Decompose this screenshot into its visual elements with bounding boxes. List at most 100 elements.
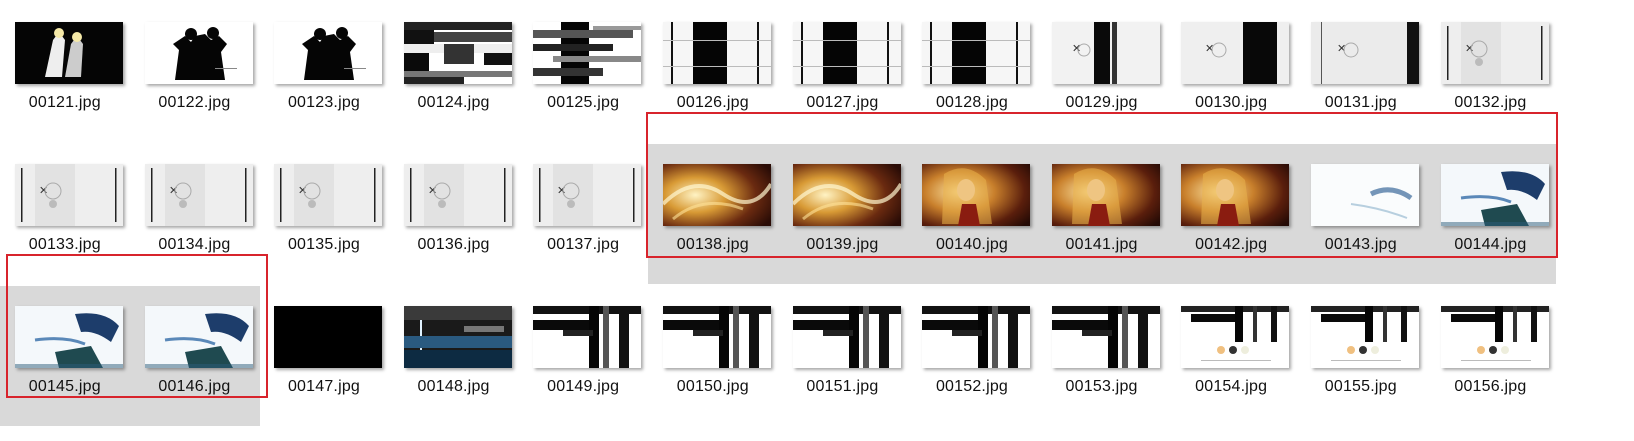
file-item[interactable]: 00148.jpg: [389, 286, 519, 426]
file-name: 00125.jpg: [547, 94, 620, 111]
image-thumbnail: ✕: [1051, 22, 1160, 84]
file-name: 00141.jpg: [1065, 236, 1138, 253]
file-item[interactable]: 00141.jpg: [1036, 144, 1167, 284]
file-name: 00148.jpg: [417, 378, 490, 395]
file-name: 00129.jpg: [1065, 94, 1138, 111]
file-item[interactable]: 00149.jpg: [518, 286, 648, 426]
file-item[interactable]: ✕ 00133.jpg: [0, 144, 130, 284]
file-item[interactable]: 00139.jpg: [777, 144, 908, 284]
image-thumbnail: [274, 306, 383, 368]
file-name: 00151.jpg: [806, 378, 879, 395]
file-item[interactable]: 00147.jpg: [259, 286, 389, 426]
file-item[interactable]: 00153.jpg: [1037, 286, 1167, 426]
image-thumbnail: [533, 22, 642, 84]
file-name: 00153.jpg: [1065, 378, 1138, 395]
image-thumbnail: [1051, 164, 1160, 226]
file-item[interactable]: 00154.jpg: [1166, 286, 1296, 426]
image-thumbnail: [274, 22, 383, 84]
image-thumbnail: [533, 306, 642, 368]
image-thumbnail: [1051, 306, 1160, 368]
image-thumbnail: ✕: [533, 164, 642, 226]
image-thumbnail: ✕: [15, 164, 123, 226]
file-item[interactable]: 00151.jpg: [778, 286, 908, 426]
svg-text:✕: ✕: [428, 185, 437, 197]
file-name: 00150.jpg: [676, 378, 749, 395]
file-name: 00121.jpg: [28, 94, 101, 111]
file-item[interactable]: 00142.jpg: [1166, 144, 1297, 284]
image-thumbnail: [403, 22, 512, 84]
file-item[interactable]: 00143.jpg: [1296, 144, 1426, 284]
file-name: 00145.jpg: [28, 378, 101, 395]
file-name: 00142.jpg: [1195, 236, 1268, 253]
file-name: 00127.jpg: [806, 94, 879, 111]
file-item[interactable]: ✕ 00135.jpg: [259, 144, 389, 284]
file-item[interactable]: 00145.jpg: [0, 286, 130, 426]
file-name: 00156.jpg: [1454, 378, 1527, 395]
file-item[interactable]: 00156.jpg: [1426, 286, 1556, 426]
file-item[interactable]: 00140.jpg: [907, 144, 1038, 284]
file-name: 00122.jpg: [158, 94, 231, 111]
file-item[interactable]: 00150.jpg: [648, 286, 778, 426]
svg-text:✕: ✕: [169, 185, 178, 197]
file-item[interactable]: ✕ 00129.jpg: [1037, 2, 1167, 142]
file-item[interactable]: 00155.jpg: [1296, 286, 1426, 426]
image-thumbnail: [403, 306, 512, 368]
file-name: 00133.jpg: [28, 236, 101, 253]
file-name: 00147.jpg: [287, 378, 361, 395]
image-thumbnail: [144, 306, 253, 368]
image-thumbnail: [792, 164, 901, 226]
file-item[interactable]: ✕ 00137.jpg: [518, 144, 648, 284]
file-name: 00149.jpg: [547, 378, 620, 395]
file-item[interactable]: 00152.jpg: [907, 286, 1037, 426]
file-name: 00126.jpg: [676, 94, 749, 111]
image-thumbnail: [663, 306, 771, 368]
file-name: 00155.jpg: [1324, 378, 1397, 395]
image-thumbnail: [1440, 306, 1549, 368]
image-thumbnail: [922, 22, 1031, 84]
image-thumbnail: [1181, 306, 1290, 368]
file-name: 00124.jpg: [417, 94, 490, 111]
file-name: 00130.jpg: [1195, 94, 1268, 111]
file-name: 00146.jpg: [158, 378, 231, 395]
file-item[interactable]: 00127.jpg: [778, 2, 908, 142]
file-name: 00144.jpg: [1454, 236, 1527, 253]
file-item[interactable]: 00121.jpg: [0, 2, 130, 142]
file-item[interactable]: 00128.jpg: [907, 2, 1037, 142]
file-name: 00134.jpg: [158, 236, 231, 253]
image-thumbnail: ✕: [403, 164, 512, 226]
file-name: 00123.jpg: [287, 94, 361, 111]
file-item[interactable]: ✕ 00134.jpg: [130, 144, 260, 284]
file-name: 00132.jpg: [1454, 94, 1527, 111]
file-item[interactable]: ✕ 00131.jpg: [1296, 2, 1426, 142]
image-thumbnail: [922, 164, 1031, 226]
image-thumbnail: ✕: [1440, 22, 1549, 84]
file-name: 00137.jpg: [547, 236, 620, 253]
file-item[interactable]: 00123.jpg: [259, 2, 389, 142]
svg-text:✕: ✕: [1072, 43, 1081, 55]
file-item[interactable]: 00138.jpg: [648, 144, 778, 284]
file-item[interactable]: 00124.jpg: [389, 2, 519, 142]
file-item[interactable]: 00122.jpg: [130, 2, 260, 142]
file-name: 00140.jpg: [935, 236, 1009, 253]
file-item[interactable]: ✕ 00130.jpg: [1166, 2, 1296, 142]
image-thumbnail: ✕: [144, 164, 253, 226]
file-name: 00139.jpg: [806, 236, 879, 253]
file-item[interactable]: ✕ 00136.jpg: [389, 144, 519, 284]
file-item[interactable]: ✕ 00132.jpg: [1426, 2, 1556, 142]
file-name: 00152.jpg: [935, 378, 1009, 395]
file-item[interactable]: 00125.jpg: [518, 2, 648, 142]
image-thumbnail: [792, 22, 901, 84]
file-item[interactable]: 00126.jpg: [648, 2, 778, 142]
file-item[interactable]: 00146.jpg: [129, 286, 260, 426]
svg-text:✕: ✕: [1465, 43, 1474, 55]
image-thumbnail: [1311, 164, 1419, 226]
svg-text:✕: ✕: [557, 185, 566, 197]
image-thumbnail: ✕: [1181, 22, 1290, 84]
file-grid: 00121.jpg 00122.jpg 00123.jpg 00124.jpg …: [0, 0, 1634, 441]
image-thumbnail: [144, 22, 253, 84]
file-name: 00131.jpg: [1324, 94, 1397, 111]
image-thumbnail: [663, 22, 771, 84]
file-name: 00135.jpg: [287, 236, 361, 253]
file-name: 00136.jpg: [417, 236, 490, 253]
file-item[interactable]: 00144.jpg: [1425, 144, 1556, 284]
